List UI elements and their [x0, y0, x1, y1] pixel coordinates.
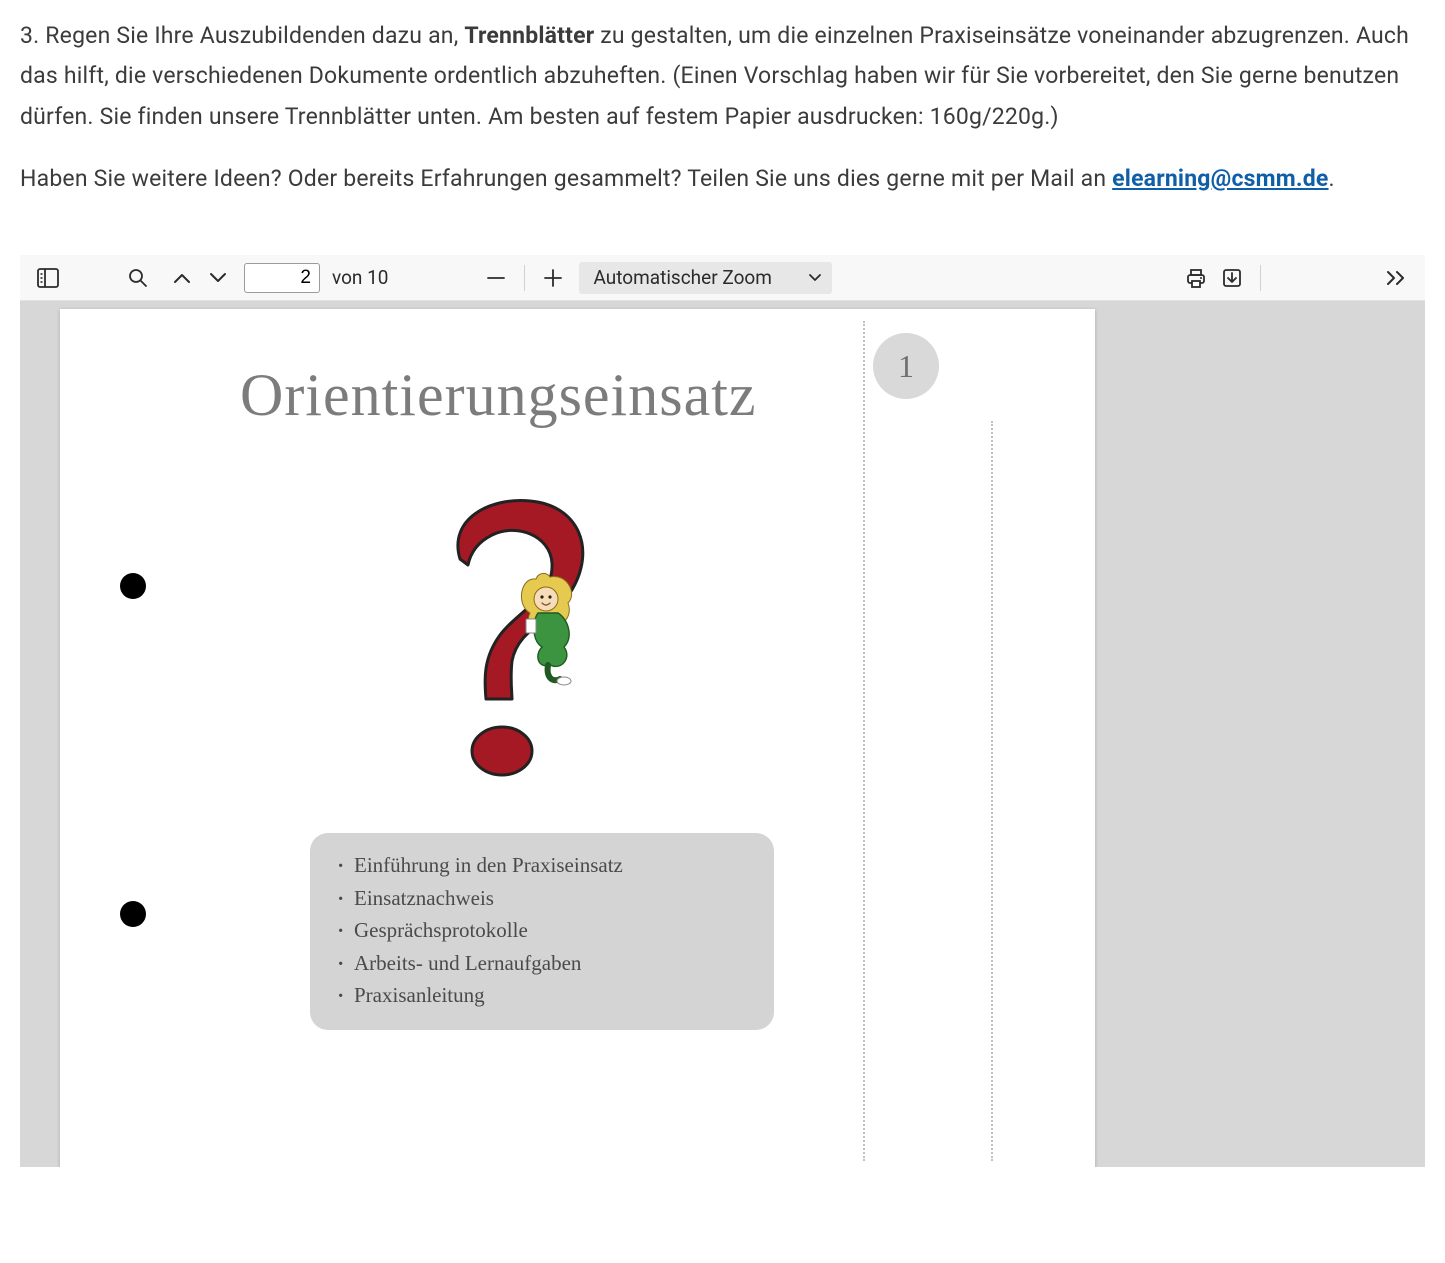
punch-hole: [120, 573, 146, 599]
paragraph-contact: Haben Sie weitere Ideen? Oder bereits Er…: [20, 159, 1425, 199]
bullet-list: Einführung in den Praxiseinsatz Einsatzn…: [334, 849, 750, 1012]
list-item: Einsatznachweis: [334, 882, 750, 915]
chevron-down-icon: [808, 273, 822, 283]
download-icon: [1221, 267, 1243, 289]
paragraph-3: 3. Regen Sie Ihre Auszubildenden dazu an…: [20, 16, 1425, 137]
cut-line: [991, 421, 993, 1161]
plus-icon: [542, 267, 564, 289]
search-icon: [128, 268, 148, 288]
more-tools-button[interactable]: [1379, 260, 1415, 296]
page-total-label: von 10: [332, 266, 388, 289]
zoom-select[interactable]: Automatischer Zoom: [579, 262, 831, 294]
article-body: 3. Regen Sie Ihre Auszubildenden dazu an…: [0, 0, 1445, 199]
download-button[interactable]: [1214, 260, 1250, 296]
search-button[interactable]: [120, 260, 156, 296]
text: Haben Sie weitere Ideen? Oder bereits Er…: [20, 165, 1112, 192]
list-item: Einführung in den Praxiseinsatz: [334, 849, 750, 882]
next-page-button[interactable]: [200, 260, 236, 296]
minus-icon: [485, 267, 507, 289]
page-number-input[interactable]: [244, 263, 320, 293]
question-mark-illustration: [420, 489, 620, 799]
bullet-list-box: Einführung in den Praxiseinsatz Einsatzn…: [310, 833, 774, 1030]
chevron-up-icon: [173, 272, 191, 284]
list-item: Gesprächsprotokolle: [334, 914, 750, 947]
sidebar-icon: [37, 268, 59, 288]
toggle-sidebar-button[interactable]: [30, 260, 66, 296]
printer-icon: [1185, 267, 1207, 289]
pdf-page: 1 Orientierungseinsatz: [60, 309, 1095, 1167]
print-button[interactable]: [1178, 260, 1214, 296]
separator: [1260, 265, 1261, 291]
chevrons-right-icon: [1385, 270, 1409, 286]
zoom-select-label: Automatischer Zoom: [593, 266, 771, 289]
punch-hole: [120, 901, 146, 927]
list-item: Arbeits- und Lernaufgaben: [334, 947, 750, 980]
cut-line: [863, 321, 865, 1161]
text: .: [1329, 165, 1335, 192]
text: 3. Regen Sie Ihre Auszubildenden dazu an…: [20, 22, 464, 49]
pdf-viewer: von 10 Automatischer Zoom: [20, 255, 1425, 1167]
bold-text: Trennblätter: [464, 22, 594, 49]
prev-page-button[interactable]: [164, 260, 200, 296]
page-title: Orientierungseinsatz: [240, 361, 757, 430]
zoom-in-button[interactable]: [535, 260, 571, 296]
pdf-page-area[interactable]: 1 Orientierungseinsatz: [20, 301, 1425, 1167]
chevron-down-icon: [209, 272, 227, 284]
page-section-number: 1: [873, 333, 939, 399]
zoom-out-button[interactable]: [478, 260, 514, 296]
pdf-toolbar: von 10 Automatischer Zoom: [20, 255, 1425, 301]
separator: [524, 265, 525, 291]
email-link[interactable]: elearning@csmm.de: [1112, 165, 1328, 192]
list-item: Praxisanleitung: [334, 979, 750, 1012]
